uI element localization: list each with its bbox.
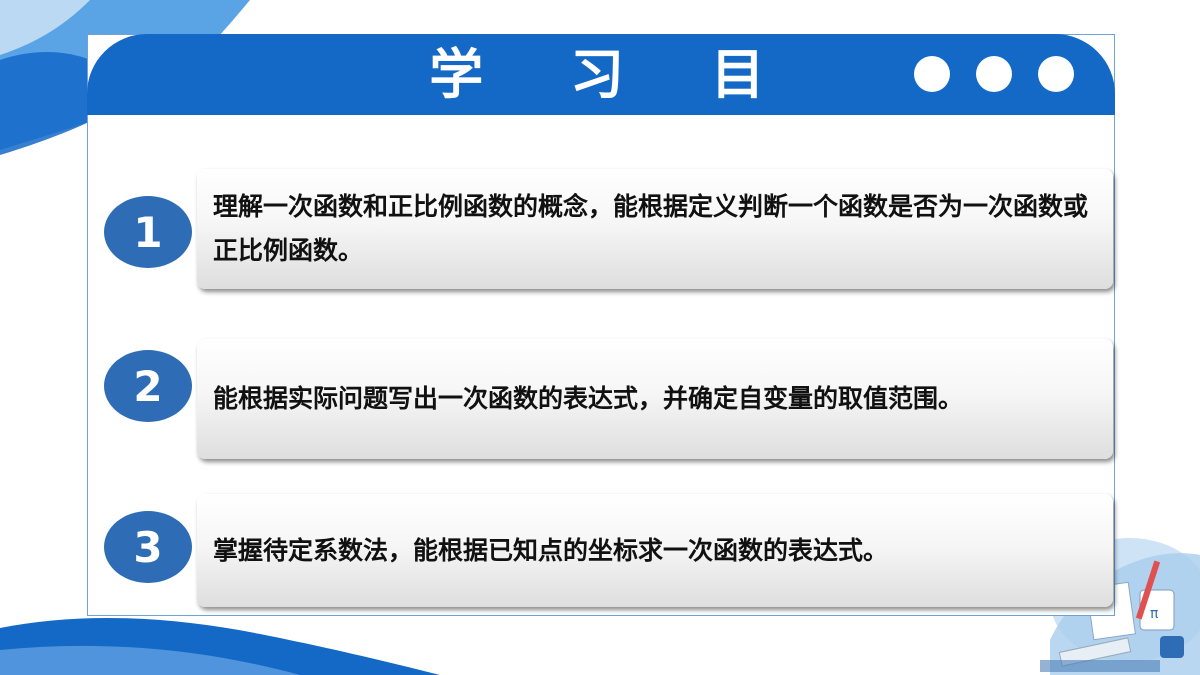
header-dot-1 (914, 56, 950, 92)
objective-number-badge-2: 2 (104, 350, 192, 422)
title-header: 学 习 目 标 (87, 34, 1115, 187)
objective-text-3: 掌握待定系数法，能根据已知点的坐标求一次函数的表达式。 (213, 535, 889, 565)
svg-text:π: π (1150, 606, 1159, 622)
objective-text-1: 理解一次函数和正比例函数的概念，能根据定义判断一个函数是否为一次函数或正比例函数… (213, 192, 1089, 265)
objective-number-badge-1: 1 (104, 196, 192, 268)
objective-card-1: 理解一次函数和正比例函数的概念，能根据定义判断一个函数是否为一次函数或正比例函数… (197, 169, 1113, 289)
objective-text-2: 能根据实际问题写出一次函数的表达式，并确定自变量的取值范围。 (213, 384, 964, 413)
objective-number-badge-3: 3 (104, 511, 192, 583)
objective-card-2: 能根据实际问题写出一次函数的表达式，并确定自变量的取值范围。 (197, 339, 1113, 459)
objective-card-3: 掌握待定系数法，能根据已知点的坐标求一次函数的表达式。 (197, 494, 1113, 607)
page-title: 学 习 目 标 (429, 43, 799, 187)
header-dot-2 (976, 56, 1012, 92)
header-dot-3 (1038, 56, 1074, 92)
